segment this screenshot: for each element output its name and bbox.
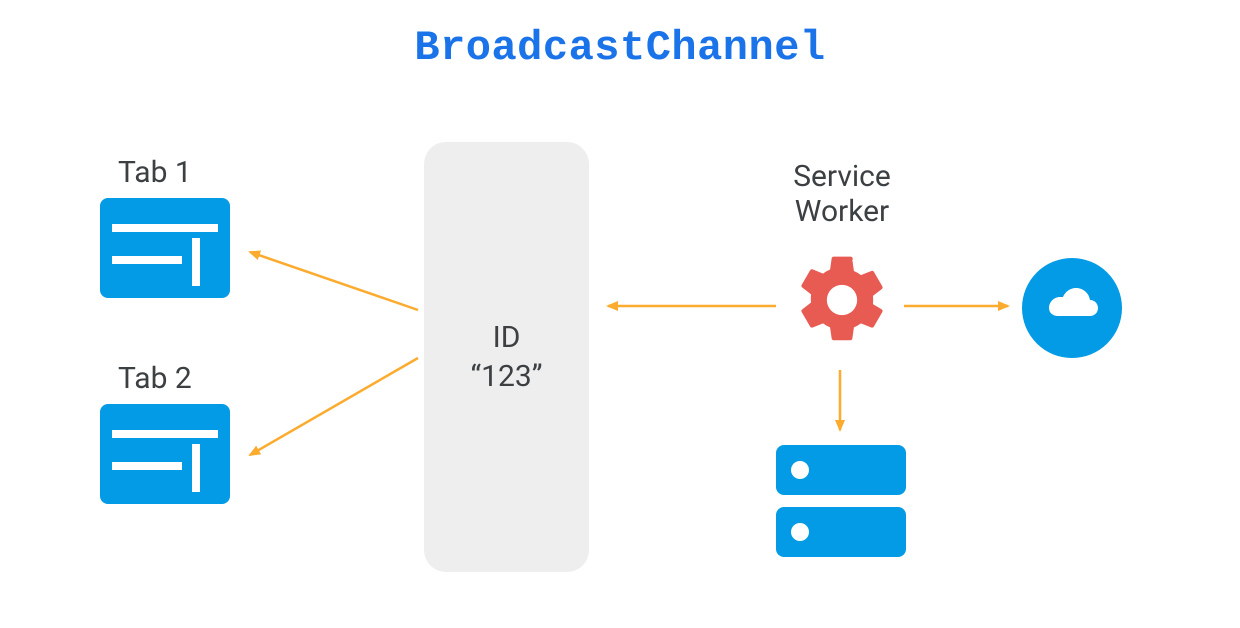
browser-tab-icon: [100, 404, 230, 504]
broadcast-channel-node: ID “123”: [424, 142, 589, 572]
storage-icon: [776, 445, 906, 557]
channel-id-line1: ID: [493, 318, 521, 357]
browser-tab-icon: [100, 198, 230, 298]
channel-id-line2: “123”: [471, 357, 543, 396]
arrow-channel-to-tab2: [250, 358, 418, 455]
diagram-title: BroadcastChannel: [0, 24, 1240, 72]
diagram-stage: BroadcastChannel Tab 1 Tab 2: [0, 0, 1240, 628]
tab1-label: Tab 1: [118, 156, 192, 191]
gear-icon: [790, 248, 894, 352]
cloud-icon: [1022, 258, 1122, 358]
arrow-channel-to-tab1: [250, 252, 418, 310]
tab2-label: Tab 2: [118, 362, 192, 397]
service-worker-label: Service Worker: [762, 160, 922, 229]
